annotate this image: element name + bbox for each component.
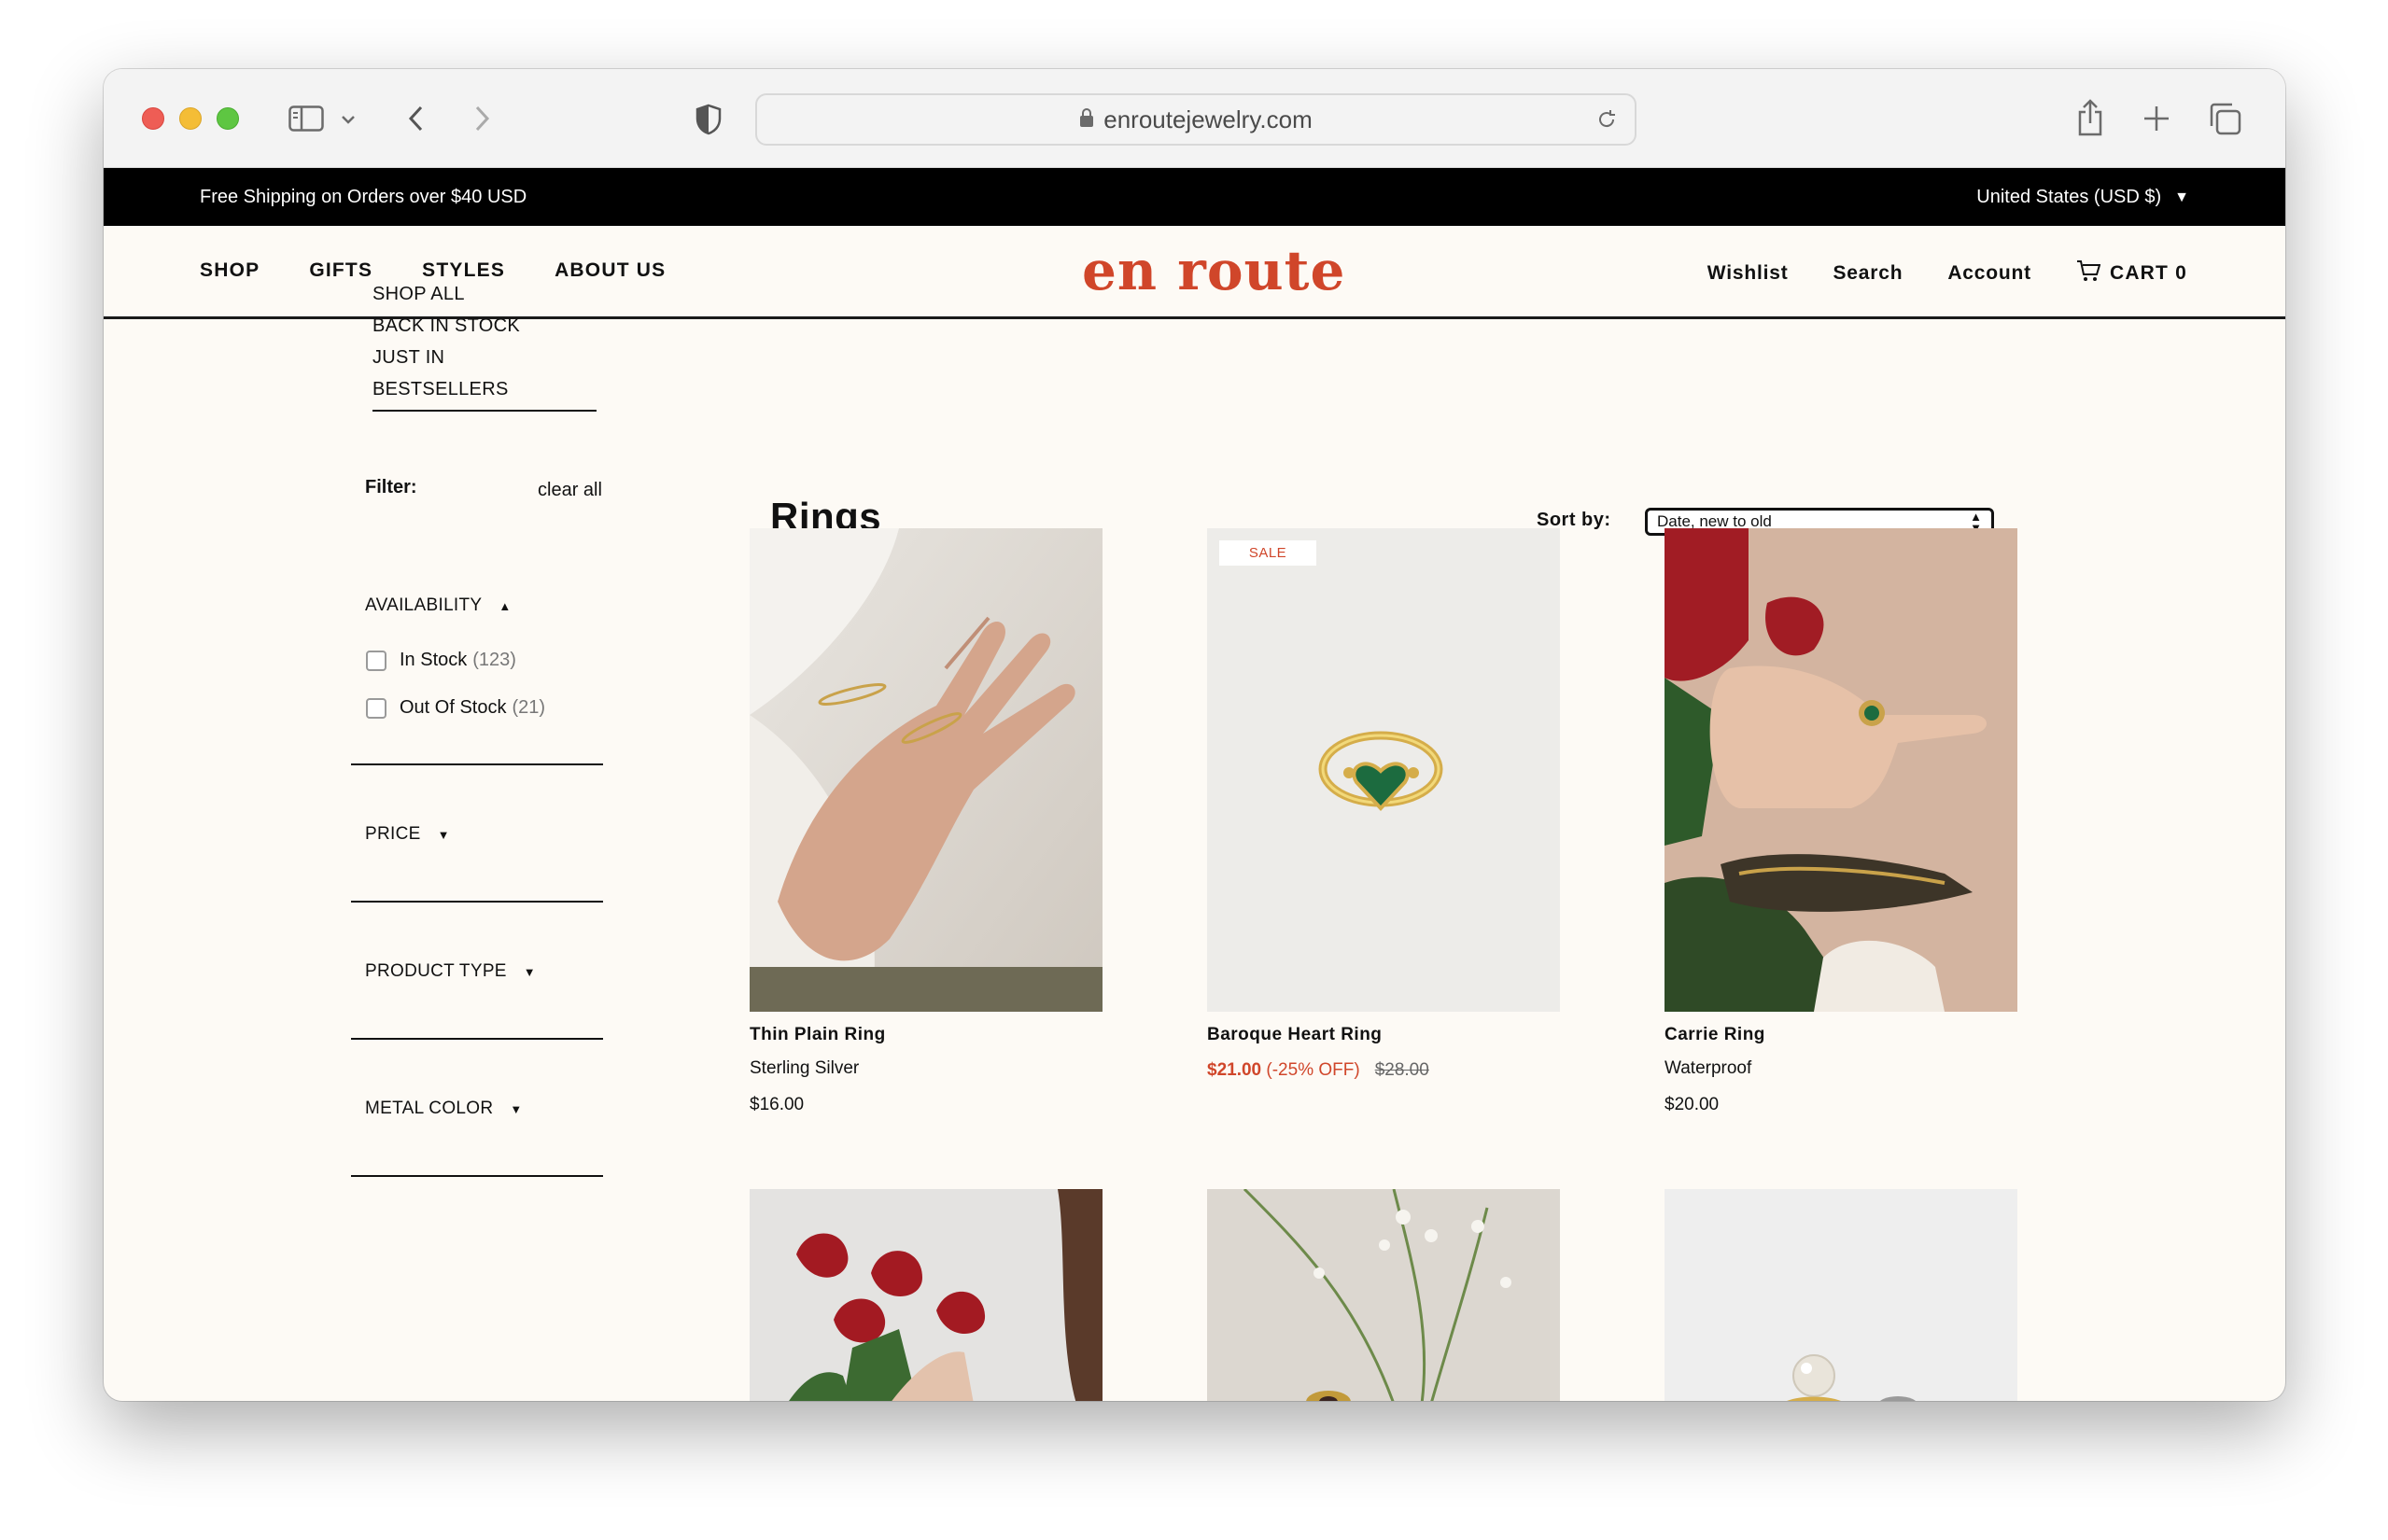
- metal-color-title: METAL COLOR: [365, 1099, 494, 1118]
- cart-link[interactable]: CART 0: [2076, 259, 2187, 287]
- share-icon[interactable]: [2074, 97, 2106, 138]
- address-bar[interactable]: enroutejewelry.com: [755, 93, 1636, 146]
- nav-gifts[interactable]: GIFTS: [309, 259, 372, 282]
- product-image[interactable]: [1665, 528, 2017, 1012]
- in-stock-count: (123): [472, 650, 516, 670]
- url-text: enroutejewelry.com: [1103, 105, 1313, 133]
- caret-down-icon: ▼: [2174, 189, 2189, 205]
- price-title: PRICE: [365, 824, 421, 844]
- product-type-filter-toggle[interactable]: PRODUCT TYPE ▼: [365, 961, 536, 982]
- category-bestsellers[interactable]: BESTSELLERS: [372, 373, 520, 405]
- caret-down-icon: ▼: [437, 827, 450, 842]
- category-divider: [372, 410, 597, 412]
- product-subtitle: Sterling Silver: [750, 1058, 860, 1078]
- currency-selector[interactable]: United States (USD $) ▼: [1976, 187, 2189, 208]
- sidebar-icon[interactable]: [288, 105, 325, 133]
- reload-icon[interactable]: [1595, 108, 1618, 135]
- filter-label: Filter:: [365, 477, 417, 497]
- category-back-in-stock[interactable]: BACK IN STOCK: [372, 310, 520, 342]
- product-name[interactable]: Thin Plain Ring: [750, 1025, 886, 1045]
- tabs-icon[interactable]: [2207, 101, 2242, 136]
- currency-label: United States (USD $): [1976, 187, 2162, 207]
- category-shop-all[interactable]: SHOP ALL: [372, 278, 520, 310]
- in-stock-checkbox[interactable]: [366, 650, 386, 671]
- product-image[interactable]: [1665, 1189, 2017, 1401]
- zoom-window-button[interactable]: [217, 107, 239, 130]
- caret-up-icon: ▲: [499, 598, 512, 613]
- filter-divider: [351, 901, 603, 903]
- filter-divider: [351, 763, 603, 765]
- product-image[interactable]: SALE: [1207, 528, 1560, 1012]
- chevron-down-icon[interactable]: [339, 110, 358, 129]
- in-stock-label: In Stock: [400, 650, 468, 670]
- browser-window: enroutejewelry.com Free Shipping on Orde…: [104, 69, 2285, 1401]
- out-of-stock-checkbox[interactable]: [366, 697, 386, 719]
- availability-filter-toggle[interactable]: AVAILABILITY ▲: [365, 595, 512, 616]
- shield-icon[interactable]: [693, 103, 724, 136]
- lock-icon: [1079, 107, 1094, 133]
- out-of-stock-option[interactable]: Out Of Stock (21): [366, 697, 545, 719]
- back-icon[interactable]: [402, 103, 430, 134]
- compare-price: $28.00: [1374, 1060, 1429, 1080]
- cart-icon: [2076, 259, 2101, 287]
- product-image[interactable]: [750, 528, 1103, 1012]
- caret-down-icon: ▼: [510, 1101, 523, 1116]
- filter-divider: [351, 1038, 603, 1040]
- utility-nav: Wishlist Search Account CART 0: [1707, 259, 2187, 287]
- site-logo[interactable]: en route: [1082, 239, 1345, 302]
- sale-price: $21.00: [1207, 1060, 1262, 1080]
- nav-about-us[interactable]: ABOUT US: [555, 259, 666, 282]
- sale-badge: SALE: [1219, 540, 1316, 566]
- product-type-title: PRODUCT TYPE: [365, 961, 507, 981]
- product-name[interactable]: Baroque Heart Ring: [1207, 1025, 1382, 1045]
- product-image[interactable]: [1207, 1189, 1560, 1401]
- availability-title: AVAILABILITY: [365, 595, 483, 615]
- product-price: $16.00: [750, 1095, 805, 1114]
- new-tab-icon[interactable]: [2141, 103, 2172, 134]
- announcement-bar: Free Shipping on Orders over $40 USD Uni…: [104, 168, 2285, 226]
- browser-toolbar: enroutejewelry.com: [104, 69, 2285, 168]
- price-filter-toggle[interactable]: PRICE ▼: [365, 824, 450, 845]
- out-of-stock-count: (21): [512, 697, 546, 718]
- product-subtitle: Waterproof: [1665, 1058, 1752, 1078]
- close-window-button[interactable]: [142, 107, 164, 130]
- caret-down-icon: ▼: [523, 964, 536, 979]
- clear-all-link[interactable]: clear all: [538, 480, 602, 501]
- account-link[interactable]: Account: [1947, 262, 2031, 285]
- out-of-stock-label: Out Of Stock: [400, 697, 507, 718]
- product-name[interactable]: Carrie Ring: [1665, 1025, 1765, 1045]
- in-stock-option[interactable]: In Stock (123): [366, 650, 516, 671]
- wishlist-link[interactable]: Wishlist: [1707, 262, 1789, 285]
- discount-text: (-25% OFF): [1266, 1060, 1360, 1080]
- category-just-in[interactable]: JUST IN: [372, 342, 520, 373]
- product-price: $20.00: [1665, 1095, 1720, 1114]
- free-shipping-text: Free Shipping on Orders over $40 USD: [200, 187, 527, 207]
- product-price-row: $21.00 (-25% OFF) $28.00: [1207, 1060, 1429, 1081]
- cart-label: CART 0: [2109, 262, 2187, 284]
- filter-divider: [351, 1175, 603, 1177]
- product-image[interactable]: [750, 1189, 1103, 1401]
- minimize-window-button[interactable]: [179, 107, 202, 130]
- forward-icon[interactable]: [468, 103, 496, 134]
- nav-shop[interactable]: SHOP: [200, 259, 260, 282]
- metal-color-filter-toggle[interactable]: METAL COLOR ▼: [365, 1099, 523, 1119]
- search-link[interactable]: Search: [1833, 262, 1903, 285]
- category-list: SHOP ALL BACK IN STOCK JUST IN BESTSELLE…: [372, 278, 520, 405]
